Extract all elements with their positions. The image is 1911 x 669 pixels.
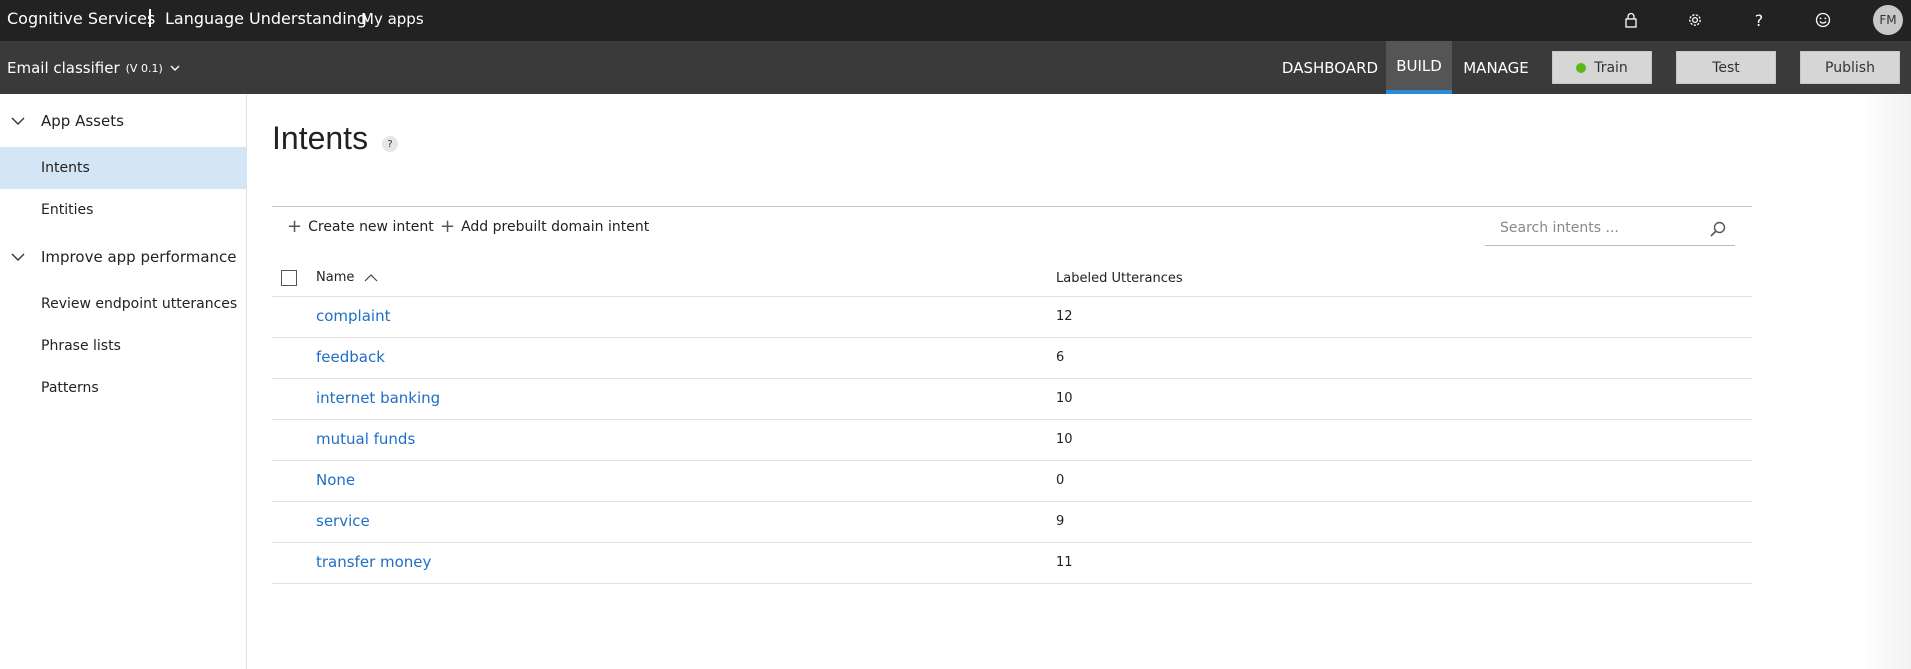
sidebar-group-label: Improve app performance <box>41 248 237 266</box>
smiley-icon[interactable] <box>1812 9 1834 31</box>
table-row[interactable]: transfer money 11 <box>272 543 1752 584</box>
product-link[interactable]: Language Understanding <box>165 9 367 28</box>
utterance-count: 9 <box>1056 514 1065 529</box>
chevron-down-icon <box>11 117 25 125</box>
intent-link[interactable]: transfer money <box>316 553 431 571</box>
sidebar: App Assets Intents Entities Improve app … <box>0 94 247 669</box>
utterance-count: 0 <box>1056 473 1065 488</box>
brand-separator <box>149 9 151 27</box>
search-icon[interactable] <box>1709 220 1727 238</box>
app-name: Email classifier <box>7 59 120 77</box>
table-row[interactable]: None 0 <box>272 461 1752 502</box>
utterance-count: 10 <box>1056 391 1073 406</box>
app-selector[interactable]: Email classifier (V 0.1) <box>7 59 181 77</box>
sidebar-group-app-assets[interactable]: App Assets <box>0 101 247 141</box>
right-edge-shadow <box>1860 94 1911 669</box>
search-box <box>1485 212 1735 246</box>
brand-link[interactable]: Cognitive Services <box>7 9 155 28</box>
sidebar-item-label: Patterns <box>41 380 99 396</box>
column-header-name-label: Name <box>316 270 355 285</box>
sidebar-item-phrase-lists[interactable]: Phrase lists <box>0 325 247 367</box>
sidebar-item-label: Entities <box>41 202 94 218</box>
chevron-down-icon <box>11 253 25 261</box>
train-button[interactable]: Train <box>1552 51 1652 84</box>
sidebar-item-label: Review endpoint utterances <box>41 296 238 312</box>
create-new-intent-button[interactable]: + Create new intent <box>287 216 434 238</box>
sidebar-group-label: App Assets <box>41 112 124 130</box>
sidebar-item-patterns[interactable]: Patterns <box>0 367 247 409</box>
app-bar: Email classifier (V 0.1) DASHBOARD BUILD… <box>0 41 1911 94</box>
table-row[interactable]: mutual funds 10 <box>272 420 1752 461</box>
search-input[interactable] <box>1485 212 1705 244</box>
help-badge[interactable]: ? <box>382 136 398 152</box>
sidebar-item-label: Phrase lists <box>41 338 121 354</box>
intent-link[interactable]: None <box>316 471 355 489</box>
plus-icon: + <box>287 216 303 237</box>
sidebar-item-intents[interactable]: Intents <box>0 147 247 189</box>
utterance-count: 11 <box>1056 555 1073 570</box>
utterance-count: 6 <box>1056 350 1065 365</box>
intents-table: complaint 12 feedback 6 internet banking… <box>272 297 1752 584</box>
table-row[interactable]: feedback 6 <box>272 338 1752 379</box>
test-button[interactable]: Test <box>1676 51 1776 84</box>
help-icon[interactable]: ? <box>1748 9 1770 31</box>
gear-icon[interactable] <box>1684 9 1706 31</box>
column-header-labeled-utterances[interactable]: Labeled Utterances <box>1056 271 1183 286</box>
publish-button[interactable]: Publish <box>1800 51 1900 84</box>
intent-link[interactable]: service <box>316 512 370 530</box>
app-version: (V 0.1) <box>125 61 163 75</box>
tab-dashboard[interactable]: DASHBOARD <box>1280 41 1380 94</box>
tab-manage[interactable]: MANAGE <box>1458 41 1534 94</box>
tab-build[interactable]: BUILD <box>1386 41 1452 94</box>
sidebar-group-improve-app-performance[interactable]: Improve app performance <box>0 237 247 277</box>
table-header <box>272 262 1752 297</box>
toolbar-divider <box>272 206 1752 207</box>
sidebar-item-label: Intents <box>41 160 90 176</box>
avatar[interactable]: FM <box>1873 5 1903 35</box>
table-row[interactable]: service 9 <box>272 502 1752 543</box>
train-label: Train <box>1594 59 1628 76</box>
train-status-dot <box>1576 62 1587 73</box>
intent-link[interactable]: feedback <box>316 348 385 366</box>
sort-ascending-icon <box>364 273 378 281</box>
sidebar-item-entities[interactable]: Entities <box>0 189 247 231</box>
add-prebuilt-label: Add prebuilt domain intent <box>461 219 650 235</box>
intent-link[interactable]: mutual funds <box>316 430 415 448</box>
lock-icon[interactable] <box>1620 9 1642 31</box>
utterance-count: 12 <box>1056 309 1073 324</box>
add-prebuilt-domain-intent-button[interactable]: + Add prebuilt domain intent <box>440 216 649 238</box>
page-title: Intents <box>272 120 369 156</box>
sidebar-item-review-endpoint-utterances[interactable]: Review endpoint utterances <box>0 283 247 325</box>
my-apps-link[interactable]: My apps <box>361 10 424 28</box>
create-new-intent-label: Create new intent <box>308 219 434 235</box>
table-row[interactable]: internet banking 10 <box>272 379 1752 420</box>
column-header-name[interactable]: Name <box>316 270 378 285</box>
utterance-count: 10 <box>1056 432 1073 447</box>
chevron-down-icon <box>170 65 180 71</box>
select-all-checkbox[interactable] <box>281 270 297 286</box>
table-row[interactable]: complaint 12 <box>272 297 1752 338</box>
intent-link[interactable]: complaint <box>316 307 390 325</box>
top-bar: Cognitive Services Language Understandin… <box>0 0 1911 41</box>
plus-icon: + <box>440 216 456 237</box>
intent-link[interactable]: internet banking <box>316 389 440 407</box>
